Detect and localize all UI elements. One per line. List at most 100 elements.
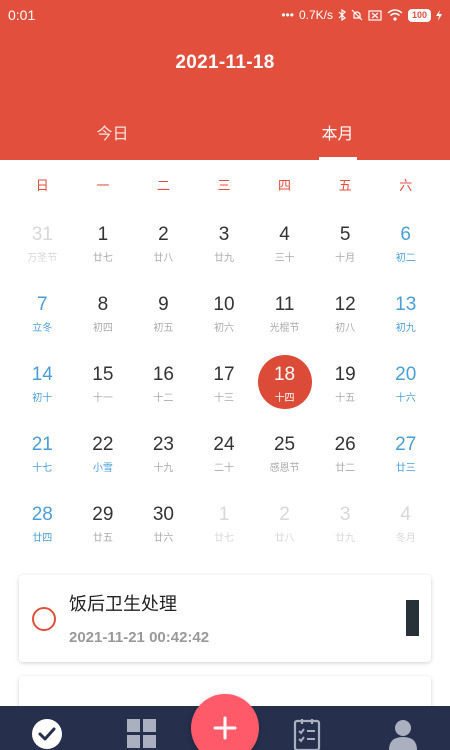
day-lunar-label: 廿三 bbox=[395, 463, 416, 474]
day-lunar-label: 十四 bbox=[274, 393, 295, 404]
tab-today[interactable]: 今日 bbox=[0, 112, 225, 160]
calendar-day[interactable]: 16 十二 bbox=[133, 362, 194, 432]
status-time: 0:01 bbox=[8, 7, 36, 23]
weekday-label: 六 bbox=[399, 179, 413, 194]
calendar-day[interactable]: 17 十三 bbox=[194, 362, 255, 432]
wifi-icon bbox=[387, 9, 403, 21]
day-number: 4 bbox=[400, 504, 411, 525]
day-number: 3 bbox=[218, 224, 230, 245]
day-lunar-label: 十五 bbox=[335, 393, 356, 404]
calendar-day[interactable]: 9 初五 bbox=[133, 292, 194, 362]
person-icon bbox=[389, 720, 417, 750]
day-number: 31 bbox=[31, 224, 53, 245]
nav-checklist[interactable] bbox=[292, 718, 324, 750]
dots-icon: ••• bbox=[281, 8, 294, 22]
calendar-day[interactable]: 5 十月 bbox=[315, 222, 376, 292]
calendar-day[interactable]: 1 廿七 bbox=[73, 222, 134, 292]
nav-profile[interactable] bbox=[387, 718, 419, 750]
nav-categories[interactable] bbox=[126, 718, 158, 750]
calendar-day-selected[interactable]: 18 十四 bbox=[254, 355, 315, 432]
day-lunar-label: 初十 bbox=[32, 393, 53, 404]
status-bar: 0:01 ••• 0.7K/s 100 bbox=[0, 0, 450, 30]
day-lunar-label: 十六 bbox=[395, 393, 416, 404]
calendar-day[interactable]: 4 三十 bbox=[254, 222, 315, 292]
day-number: 2 bbox=[158, 224, 169, 245]
day-lunar-label: 冬月 bbox=[395, 533, 416, 544]
day-number: 8 bbox=[97, 294, 109, 315]
calendar-day[interactable]: 30 廿六 bbox=[133, 502, 194, 572]
weekday-label: 日 bbox=[35, 179, 49, 194]
weekday-header: 日 一 二 三 四 五 六 bbox=[12, 175, 436, 194]
calendar-day[interactable]: 20 十六 bbox=[375, 362, 436, 432]
day-lunar-label: 初四 bbox=[92, 323, 113, 334]
nav-tasks[interactable] bbox=[31, 718, 63, 750]
calendar-day[interactable]: 26 廿二 bbox=[315, 432, 376, 502]
day-lunar-label: 廿六 bbox=[153, 533, 174, 544]
calendar-day[interactable]: 1 廿七 bbox=[194, 502, 255, 572]
day-number: 6 bbox=[400, 224, 411, 245]
tab-this-month[interactable]: 本月 bbox=[225, 112, 450, 160]
day-number: 3 bbox=[339, 504, 351, 525]
calendar-day[interactable]: 2 廿八 bbox=[254, 502, 315, 572]
calendar-day[interactable]: 11 光棍节 bbox=[254, 292, 315, 362]
day-lunar-label: 感恩节 bbox=[269, 463, 300, 474]
calendar-day[interactable]: 4 冬月 bbox=[375, 502, 436, 572]
day-number: 24 bbox=[213, 434, 235, 455]
calendar-day[interactable]: 13 初九 bbox=[375, 292, 436, 362]
calendar-day[interactable]: 29 廿五 bbox=[73, 502, 134, 572]
calendar-day[interactable]: 21 十七 bbox=[12, 432, 73, 502]
calendar-day[interactable]: 14 初十 bbox=[12, 362, 73, 432]
day-number: 9 bbox=[158, 294, 169, 315]
day-number: 1 bbox=[218, 504, 230, 525]
calendar-day[interactable]: 8 初四 bbox=[73, 292, 134, 362]
battery-icon: 100 bbox=[407, 8, 431, 22]
day-lunar-label: 十七 bbox=[32, 463, 53, 474]
calendar-day[interactable]: 27 廿三 bbox=[375, 432, 436, 502]
day-lunar-label: 十一 bbox=[92, 393, 113, 404]
charging-icon bbox=[436, 9, 442, 21]
calendar-grid: 31 万圣节 1 廿七 2 廿八 3 廿九 4 三十 5 十月 6 初二 7 立冬 8 初四 9 初五 10 初六 11 光棍… bbox=[12, 222, 436, 572]
day-number: 26 bbox=[334, 434, 356, 455]
calendar-day[interactable]: 3 廿九 bbox=[194, 222, 255, 292]
day-number: 12 bbox=[334, 294, 356, 315]
calendar-day[interactable]: 10 初六 bbox=[194, 292, 255, 362]
check-circle-icon bbox=[32, 719, 62, 749]
day-number: 30 bbox=[152, 504, 174, 525]
day-number: 7 bbox=[36, 294, 48, 315]
calendar-day[interactable]: 2 廿八 bbox=[133, 222, 194, 292]
calendar-day[interactable]: 12 初八 bbox=[315, 292, 376, 362]
plus-icon bbox=[213, 716, 237, 740]
calendar-day[interactable]: 22 小雪 bbox=[73, 432, 134, 502]
calendar-day[interactable]: 6 初二 bbox=[375, 222, 436, 292]
calendar-day[interactable]: 3 廿九 bbox=[315, 502, 376, 572]
network-speed: 0.7K/s bbox=[298, 8, 333, 22]
calendar-day[interactable]: 25 感恩节 bbox=[254, 432, 315, 502]
calendar-day[interactable]: 19 十五 bbox=[315, 362, 376, 432]
day-lunar-label: 廿九 bbox=[335, 533, 356, 544]
calendar-day[interactable]: 23 十九 bbox=[133, 432, 194, 502]
day-number: 1 bbox=[97, 224, 109, 245]
task-complete-checkbox[interactable] bbox=[32, 607, 56, 631]
day-number: 11 bbox=[274, 294, 295, 315]
day-lunar-label: 十二 bbox=[153, 393, 174, 404]
calendar-day[interactable]: 15 十一 bbox=[73, 362, 134, 432]
day-lunar-label: 廿七 bbox=[92, 253, 113, 264]
grid-icon bbox=[127, 719, 156, 748]
calendar-day[interactable]: 24 二十 bbox=[194, 432, 255, 502]
calendar-day[interactable]: 28 廿四 bbox=[12, 502, 73, 572]
weekday-label: 四 bbox=[278, 179, 292, 194]
day-lunar-label: 立冬 bbox=[32, 323, 53, 334]
task-card[interactable]: 饭后卫生处理 2021-11-21 00:42:42 bbox=[19, 575, 431, 662]
day-lunar-label: 三十 bbox=[274, 253, 295, 264]
day-number: 23 bbox=[152, 434, 174, 455]
day-lunar-label: 十月 bbox=[335, 253, 356, 264]
day-lunar-label: 廿二 bbox=[335, 463, 356, 474]
task-time: 2021-11-21 00:42:42 bbox=[69, 629, 210, 646]
day-lunar-label: 十三 bbox=[213, 393, 234, 404]
day-lunar-label: 二十 bbox=[213, 463, 234, 474]
header-date: 2021-11-18 bbox=[175, 52, 275, 73]
calendar-day[interactable]: 7 立冬 bbox=[12, 292, 73, 362]
day-number: 19 bbox=[334, 364, 356, 385]
calendar-day[interactable]: 31 万圣节 bbox=[12, 222, 73, 292]
day-number: 21 bbox=[31, 434, 53, 455]
